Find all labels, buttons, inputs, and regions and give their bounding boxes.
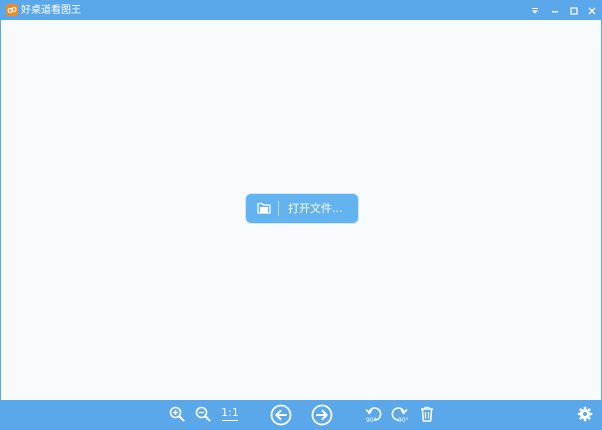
minimize-button[interactable] [546,1,564,20]
app-title: 好桌道看图王 [21,5,81,16]
actual-size-underline [222,420,238,421]
delete-button[interactable] [418,405,436,423]
close-icon [588,7,596,14]
zoom-out-button[interactable] [194,405,212,423]
rotate-right-label: 90° [398,417,409,424]
dropdown-button[interactable] [526,1,544,20]
arrow-right-circle-icon [311,404,333,426]
close-button[interactable] [583,1,601,20]
bottom-toolbar: 1:1 90° 90° [1,400,601,429]
app-window: 好桌道看图王 打开文件... 1:1 90° 90° [0,0,602,430]
minimize-icon [552,10,558,12]
titlebar[interactable]: 好桌道看图王 [1,1,601,20]
trash-icon [421,406,433,422]
zoom-in-button[interactable] [168,405,186,423]
rotate-left-button[interactable]: 90° [364,404,384,424]
settings-button[interactable] [576,405,594,423]
folder-icon [257,202,271,214]
rotate-right-button[interactable]: 90° [389,404,409,424]
open-file-label: 打开文件... [288,202,343,215]
zoom-out-icon [195,406,211,422]
zoom-in-icon [169,406,185,422]
next-image-button[interactable] [310,403,334,427]
button-separator [278,201,279,216]
rotate-left-label: 90° [366,417,377,424]
actual-size-label: 1:1 [221,406,239,419]
maximize-button[interactable] [565,1,583,20]
gear-icon [577,406,593,422]
image-canvas[interactable]: 打开文件... [1,20,601,400]
arrow-left-circle-icon [270,404,292,426]
maximize-icon [570,6,578,15]
open-file-button[interactable]: 打开文件... [246,194,358,223]
app-logo-icon [6,4,18,16]
dropdown-icon [532,7,538,13]
actual-size-button[interactable]: 1:1 [220,404,240,424]
previous-image-button[interactable] [269,403,293,427]
